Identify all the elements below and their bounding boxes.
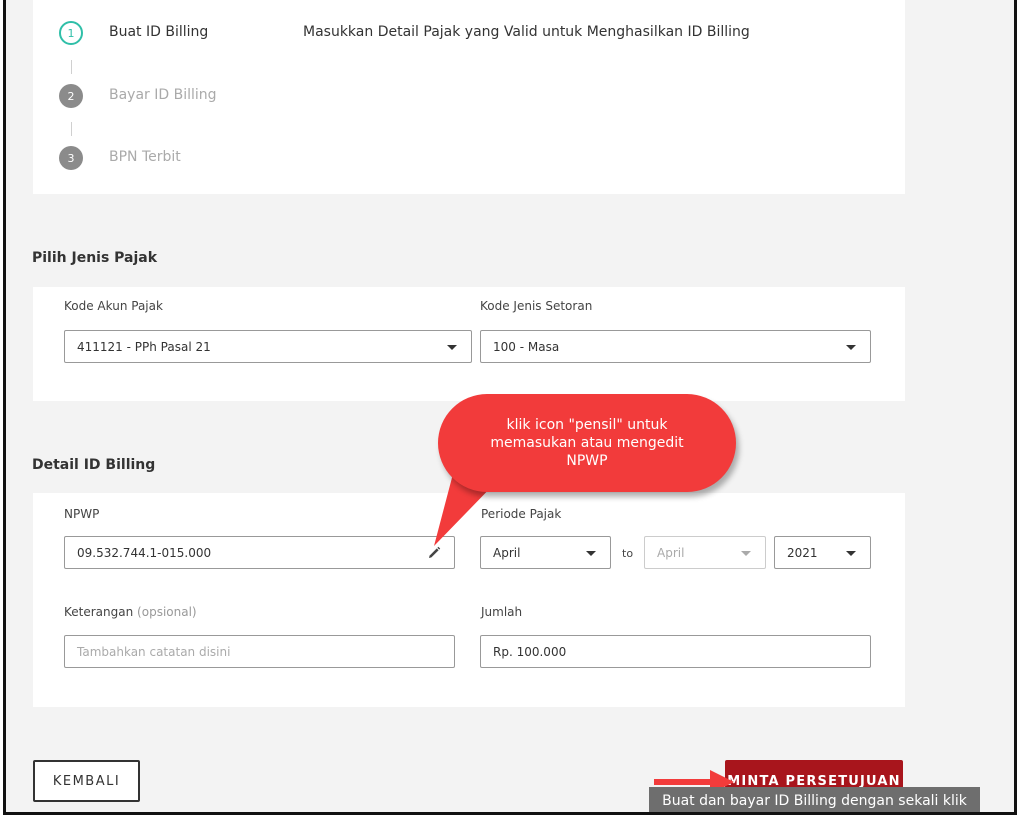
keterangan-label-text: Keterangan (64, 605, 134, 619)
section-title-jenis-pajak: Pilih Jenis Pajak (32, 250, 158, 266)
kode-akun-select[interactable]: 411121 - PPh Pasal 21 (64, 330, 472, 363)
keterangan-field[interactable]: Tambahkan catatan disini (64, 635, 455, 668)
npwp-label: NPWP (64, 507, 100, 521)
npwp-field[interactable]: 09.532.744.1-015.000 (64, 536, 455, 569)
periode-to-label: to (622, 547, 634, 560)
section-title-detail-billing: Detail ID Billing (32, 457, 156, 473)
chevron-down-icon (586, 551, 596, 556)
kode-setoran-select[interactable]: 100 - Masa (480, 330, 871, 363)
step-2-indicator: 2 (59, 84, 83, 108)
keterangan-label: Keterangan (opsional) (64, 605, 197, 619)
optional-hint: (opsional) (137, 605, 197, 619)
chevron-down-icon (741, 551, 751, 556)
jumlah-field[interactable]: Rp. 100.000 (480, 635, 871, 668)
step-3-label: BPN Terbit (109, 149, 181, 165)
kode-setoran-label: Kode Jenis Setoran (480, 299, 593, 313)
npwp-value: 09.532.744.1-015.000 (77, 545, 212, 560)
step-connector (71, 60, 72, 74)
kode-setoran-value: 100 - Masa (493, 339, 560, 354)
chevron-down-icon (846, 345, 856, 350)
callout-bubble: klik icon "pensil" untuk memasukan atau … (438, 394, 736, 492)
back-button[interactable]: KEMBALI (33, 760, 140, 802)
periode-to-value: April (657, 545, 685, 560)
app-frame: 1 Buat ID Billing 2 Bayar ID Billing 3 B… (3, 0, 1017, 815)
jumlah-value: Rp. 100.000 (493, 644, 567, 659)
kode-akun-label: Kode Akun Pajak (64, 299, 163, 313)
kode-akun-value: 411121 - PPh Pasal 21 (77, 339, 211, 354)
tooltip: Buat dan bayar ID Billing dengan sekali … (649, 787, 980, 812)
step-3-indicator: 3 (59, 146, 83, 170)
step-1-label: Buat ID Billing (109, 24, 209, 40)
periode-year-value: 2021 (787, 545, 818, 560)
step-1-indicator: 1 (59, 21, 83, 45)
callout-text: klik icon "pensil" untuk memasukan atau … (490, 417, 684, 469)
jumlah-label: Jumlah (481, 605, 523, 619)
periode-year-select[interactable]: 2021 (774, 536, 871, 569)
periode-to-select[interactable]: April (644, 536, 766, 569)
jenis-pajak-card: Kode Akun Pajak 411121 - PPh Pasal 21 Ko… (33, 287, 905, 401)
stepper-title: Masukkan Detail Pajak yang Valid untuk M… (303, 24, 750, 40)
step-connector (71, 122, 72, 136)
keterangan-placeholder: Tambahkan catatan disini (77, 644, 231, 659)
step-2-label: Bayar ID Billing (109, 87, 217, 103)
stepper-card: 1 Buat ID Billing 2 Bayar ID Billing 3 B… (33, 0, 905, 194)
chevron-down-icon (846, 551, 856, 556)
chevron-down-icon (447, 345, 457, 350)
